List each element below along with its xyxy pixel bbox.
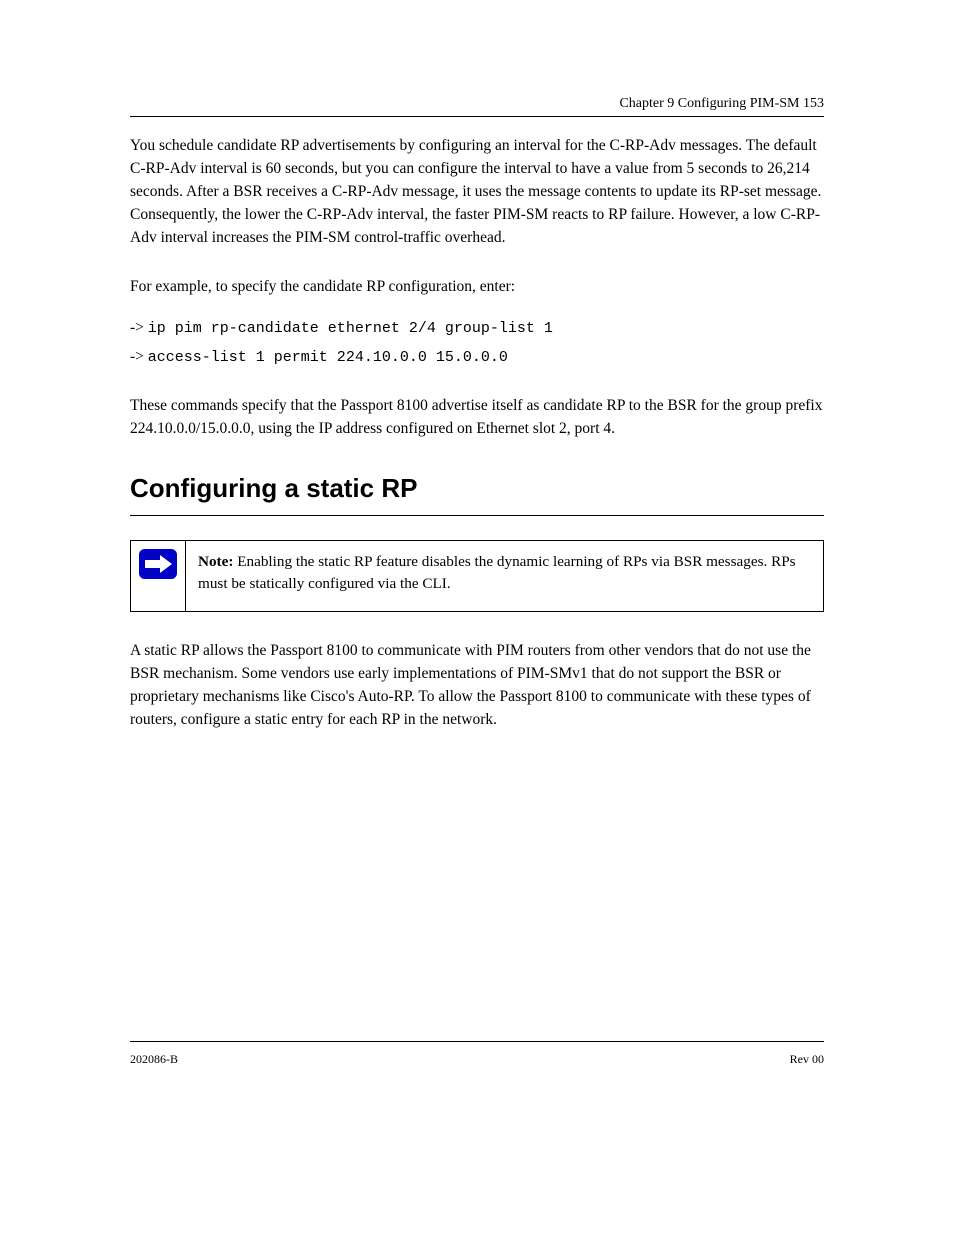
prompt-arrow: ->: [130, 319, 144, 336]
body-text: You schedule candidate RP advertisements…: [130, 135, 824, 732]
cli-command-1: ip pim rp-candidate ethernet 2/4 group-l…: [148, 320, 553, 337]
page-footer: 202086-B Rev 00: [130, 1041, 824, 1067]
example-line-1: -> ip pim rp-candidate ethernet 2/4 grou…: [130, 317, 824, 340]
paragraph-interval: You schedule candidate RP advertisements…: [130, 135, 824, 250]
example-block: -> ip pim rp-candidate ethernet 2/4 grou…: [130, 317, 824, 369]
example-intro: For example, to specify the candidate RP…: [130, 276, 824, 299]
note-body: Enabling the static RP feature disables …: [198, 553, 796, 592]
cli-command-2: access-list 1 permit 224.10.0.0 15.0.0.0: [148, 349, 508, 366]
arrow-right-icon: [139, 549, 177, 579]
note-box: Note: Enabling the static RP feature dis…: [130, 540, 824, 612]
note-icon-cell: [131, 541, 186, 611]
note-text: Note: Enabling the static RP feature dis…: [186, 541, 823, 611]
running-header: Chapter 9 Configuring PIM-SM 153: [130, 96, 824, 112]
section-divider: [130, 515, 824, 516]
note-label: Note:: [198, 553, 233, 570]
prompt-arrow: ->: [130, 348, 144, 365]
example-line-2: -> access-list 1 permit 224.10.0.0 15.0.…: [130, 346, 824, 369]
footer-revision: Rev 00: [790, 1052, 824, 1067]
footer-line: 202086-B Rev 00: [130, 1052, 824, 1067]
document-page: Chapter 9 Configuring PIM-SM 153 You sch…: [0, 0, 954, 1235]
paragraph-explain: These commands specify that the Passport…: [130, 395, 824, 441]
paragraph-static-rp: A static RP allows the Passport 8100 to …: [130, 640, 824, 732]
section-heading-static-rp: Configuring a static RP: [130, 469, 824, 507]
footer-divider: [130, 1041, 824, 1042]
footer-doc-id: 202086-B: [130, 1052, 178, 1067]
header-divider: [130, 116, 824, 117]
